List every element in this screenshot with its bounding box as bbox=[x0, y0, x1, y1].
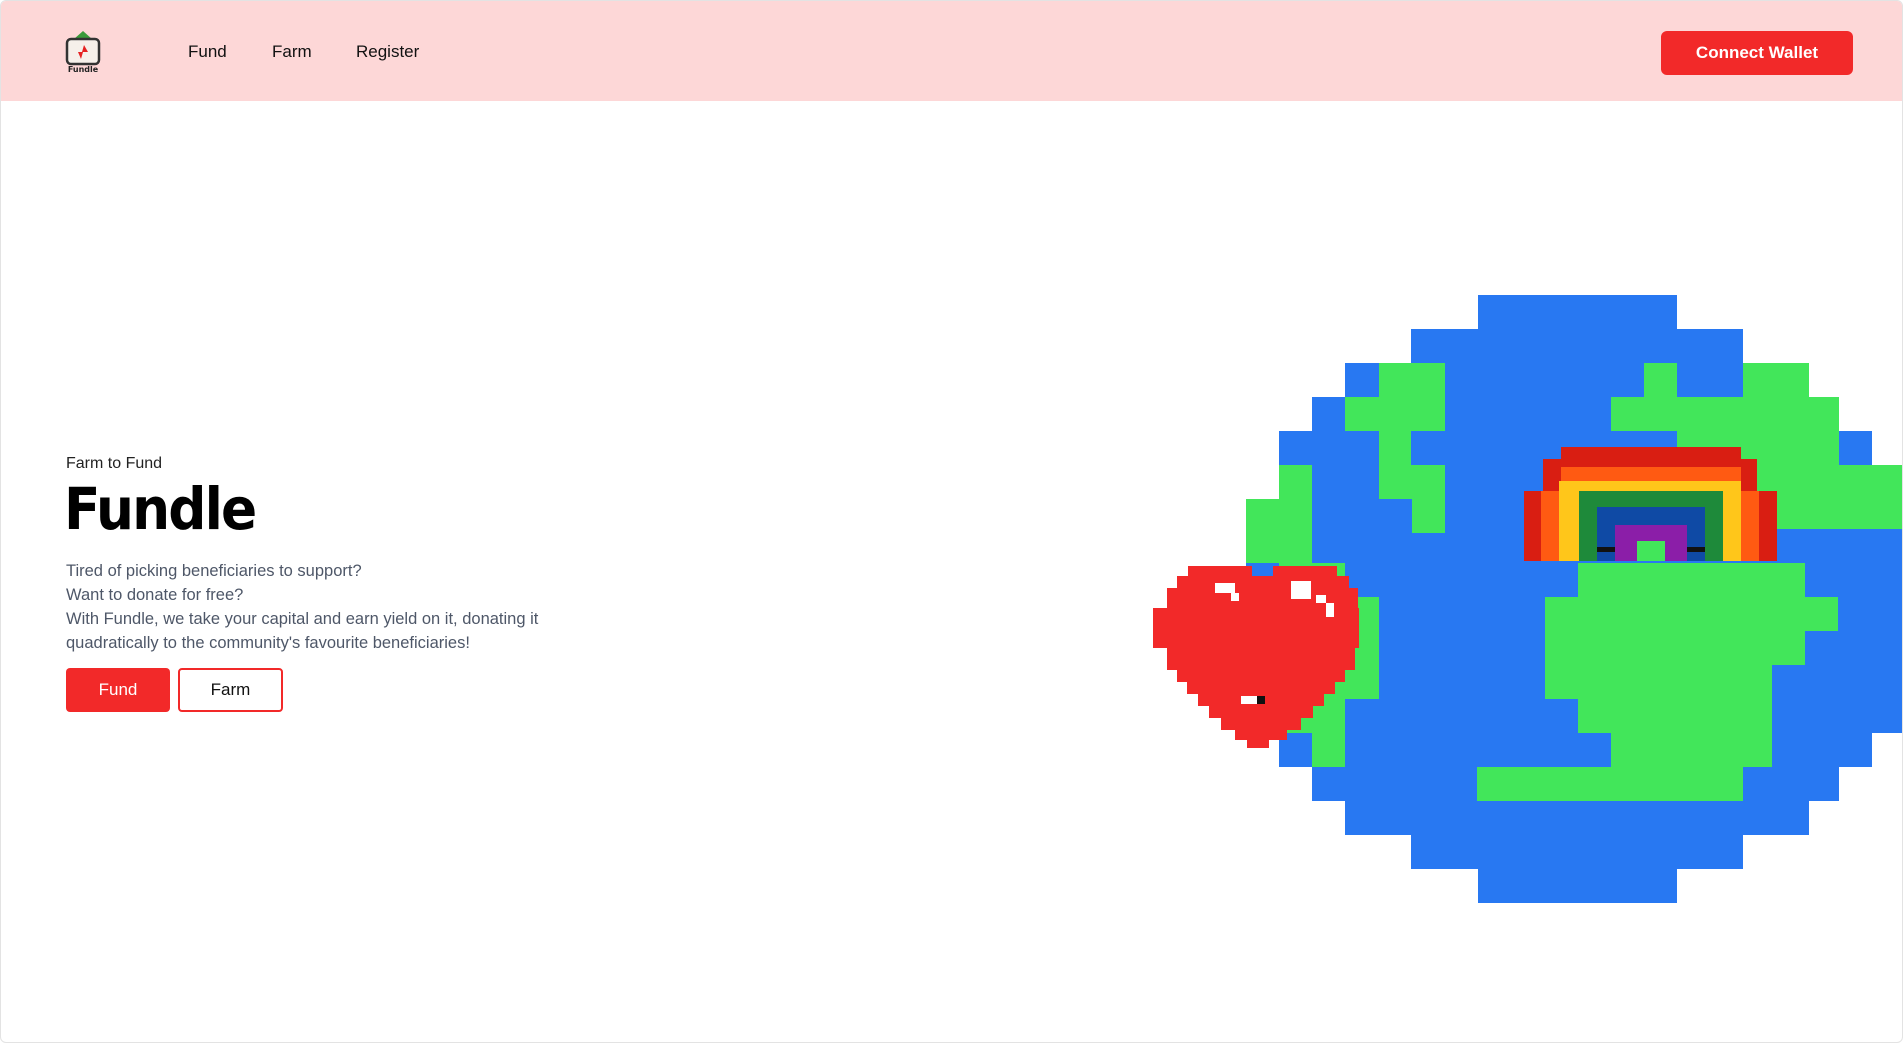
nav-link-farm[interactable]: Farm bbox=[272, 42, 312, 62]
hero-description-line: Want to donate for free? bbox=[66, 586, 244, 604]
nav-link-fund[interactable]: Fund bbox=[188, 42, 227, 62]
app-frame: Fundle Fund Farm Register Connect Wallet… bbox=[0, 0, 1903, 1043]
hero-description-line: Tired of picking beneficiaries to suppor… bbox=[66, 562, 362, 580]
hero-description-line: quadratically to the community's favouri… bbox=[66, 634, 470, 652]
connect-wallet-button[interactable]: Connect Wallet bbox=[1661, 31, 1853, 75]
logo-text: Fundle bbox=[67, 65, 99, 74]
fund-button[interactable]: Fund bbox=[66, 668, 170, 712]
farm-button[interactable]: Farm bbox=[178, 668, 283, 712]
hero-illustration bbox=[1153, 295, 1902, 903]
hero-kicker: Farm to Fund bbox=[66, 455, 163, 472]
pixel-rainbow-icon bbox=[1524, 447, 1777, 561]
nav-link-register[interactable]: Register bbox=[356, 42, 419, 62]
top-nav-bar: Fundle Fund Farm Register Connect Wallet bbox=[1, 1, 1902, 101]
hero-title: Fundle bbox=[64, 475, 257, 543]
hero-description-line: With Fundle, we take your capital and ea… bbox=[66, 610, 539, 628]
